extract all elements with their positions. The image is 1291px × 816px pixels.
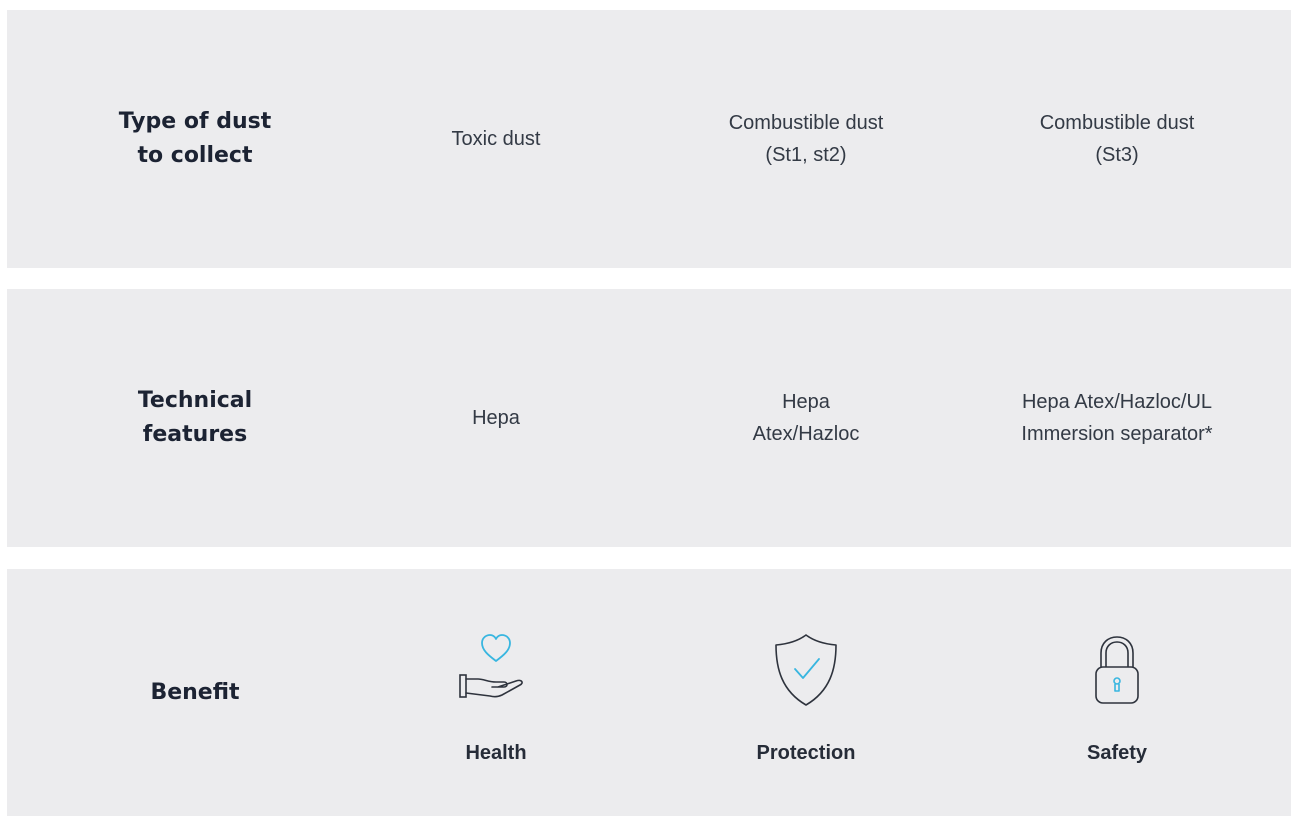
dust-type-col2-line1: Combustible dust bbox=[728, 112, 884, 134]
dust-type-col3-line1: Combustible dust bbox=[1039, 112, 1195, 134]
technical-features-col2-cell: Hepa Atex/Hazloc bbox=[687, 289, 925, 547]
technical-features-label-line1: Technical bbox=[137, 388, 253, 413]
benefit-health-cell: Health bbox=[407, 569, 585, 816]
dust-type-label: Type of dust to collect bbox=[119, 105, 271, 173]
benefit-safety-label: Safety bbox=[1086, 742, 1148, 764]
technical-features-col3-line1: Hepa Atex/Hazloc/UL bbox=[1021, 391, 1213, 413]
benefit-safety-cell: Safety bbox=[987, 569, 1247, 816]
heart-in-hand-icon bbox=[448, 629, 544, 709]
dust-type-col2-cell: Combustible dust (St1, st2) bbox=[687, 10, 925, 268]
dust-type-row: Type of dust to collect Toxic dust Combu… bbox=[7, 10, 1291, 268]
benefit-health-label: Health bbox=[465, 742, 527, 764]
dust-type-col3-cell: Combustible dust (St3) bbox=[987, 10, 1247, 268]
dust-type-col1-value: Toxic dust bbox=[451, 128, 541, 150]
dust-type-label-line2: to collect bbox=[137, 143, 253, 168]
dust-type-col2-value: Combustible dust (St1, st2) bbox=[729, 107, 884, 171]
dust-type-col2-line2: (St1, st2) bbox=[765, 144, 847, 166]
technical-features-label-line2: features bbox=[142, 422, 248, 447]
benefit-label: Benefit bbox=[150, 679, 240, 705]
technical-features-col3-cell: Hepa Atex/Hazloc/UL Immersion separator* bbox=[987, 289, 1247, 547]
technical-features-col3-line2: Immersion separator* bbox=[1021, 423, 1213, 445]
benefit-row: Benefit Health Protection Safety bbox=[7, 569, 1291, 816]
technical-features-col3-value: Hepa Atex/Hazloc/UL Immersion separator* bbox=[1021, 386, 1212, 450]
dust-type-col1-cell: Toxic dust bbox=[407, 10, 585, 268]
technical-features-label: Technical features bbox=[138, 384, 252, 452]
benefit-protection-cell: Protection bbox=[687, 569, 925, 816]
dust-type-col3-value: Combustible dust (St3) bbox=[1040, 107, 1195, 171]
padlock-icon bbox=[1077, 629, 1157, 709]
technical-features-col2-line2: Atex/Hazloc bbox=[752, 423, 860, 445]
technical-features-col2-line1: Hepa bbox=[782, 391, 830, 413]
benefit-label-cell: Benefit bbox=[83, 569, 307, 816]
dust-type-col3-line2: (St3) bbox=[1095, 144, 1139, 166]
technical-features-col2-value: Hepa Atex/Hazloc bbox=[753, 386, 860, 450]
technical-features-col1-value: Hepa bbox=[472, 407, 520, 429]
technical-features-col1-cell: Hepa bbox=[407, 289, 585, 547]
technical-features-label-cell: Technical features bbox=[83, 289, 307, 547]
dust-type-label-line1: Type of dust bbox=[118, 109, 272, 134]
benefit-protection-label: Protection bbox=[756, 742, 856, 764]
shield-check-icon bbox=[766, 629, 846, 709]
technical-features-row: Technical features Hepa Hepa Atex/Hazloc… bbox=[7, 289, 1291, 547]
dust-type-label-cell: Type of dust to collect bbox=[83, 10, 307, 268]
